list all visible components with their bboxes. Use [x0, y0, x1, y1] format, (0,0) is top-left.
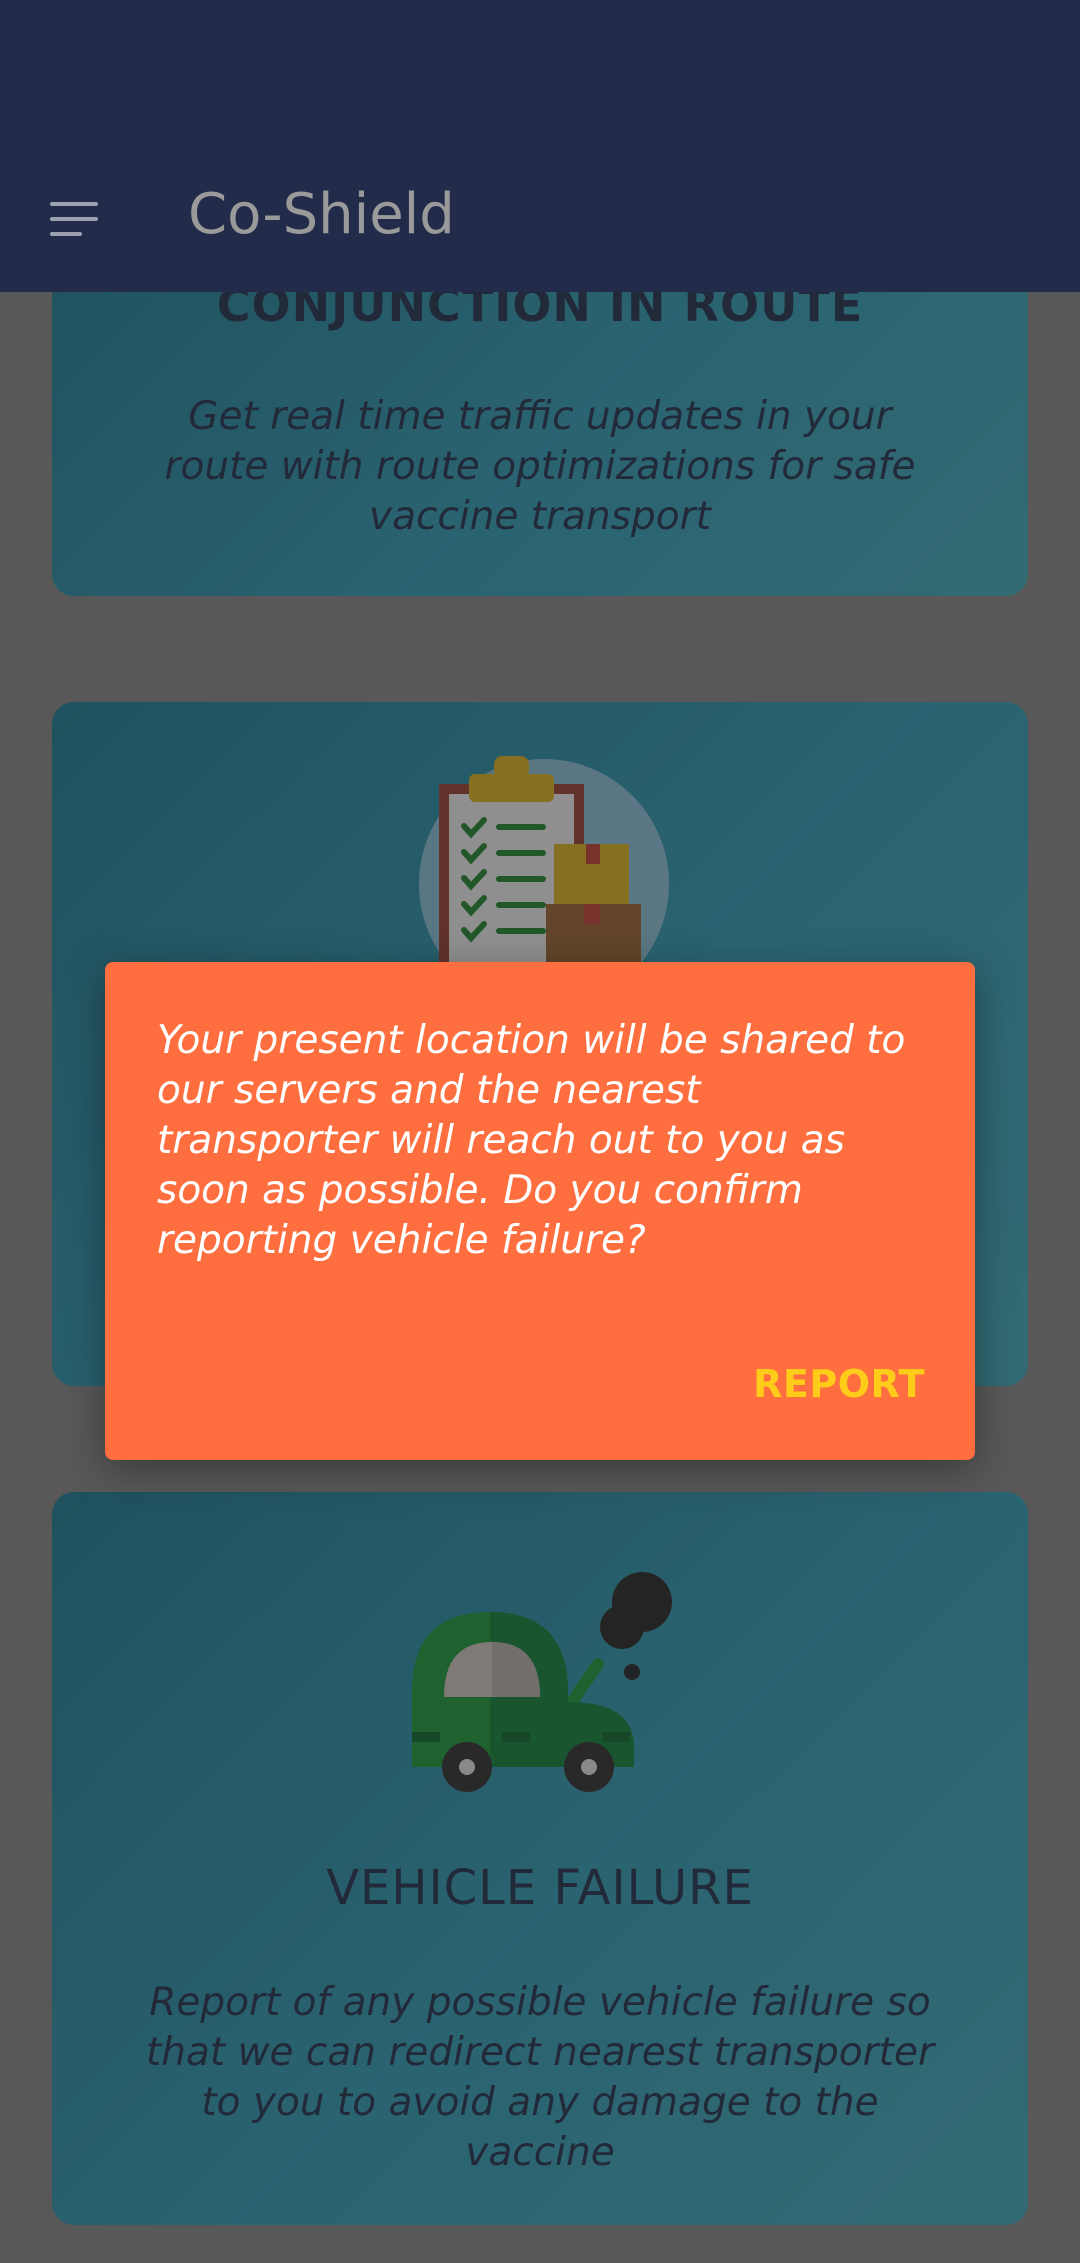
screen: CONJUNCTION IN ROUTE Get real time traff…: [0, 0, 1080, 2263]
app-title: Co-Shield: [188, 182, 455, 247]
broken-car-icon: [412, 1572, 672, 1792]
card-description: Get real time traffic updates in your ro…: [164, 394, 916, 539]
app-bar: Co-Shield: [0, 0, 1080, 292]
vehicle-failure-card[interactable]: VEHICLE FAILURE Report of any possible v…: [52, 1492, 1028, 2225]
report-button[interactable]: REPORT: [753, 1362, 925, 1406]
hamburger-menu-icon[interactable]: [50, 202, 98, 236]
dialog-message: Your present location will be shared to …: [157, 1018, 906, 1263]
checklist-boxes-icon: [419, 756, 669, 994]
card-title: VEHICLE FAILURE: [326, 1860, 754, 1916]
card-description: Report of any possible vehicle failure s…: [146, 1980, 934, 2175]
confirm-dialog: Your present location will be shared to …: [105, 962, 975, 1460]
